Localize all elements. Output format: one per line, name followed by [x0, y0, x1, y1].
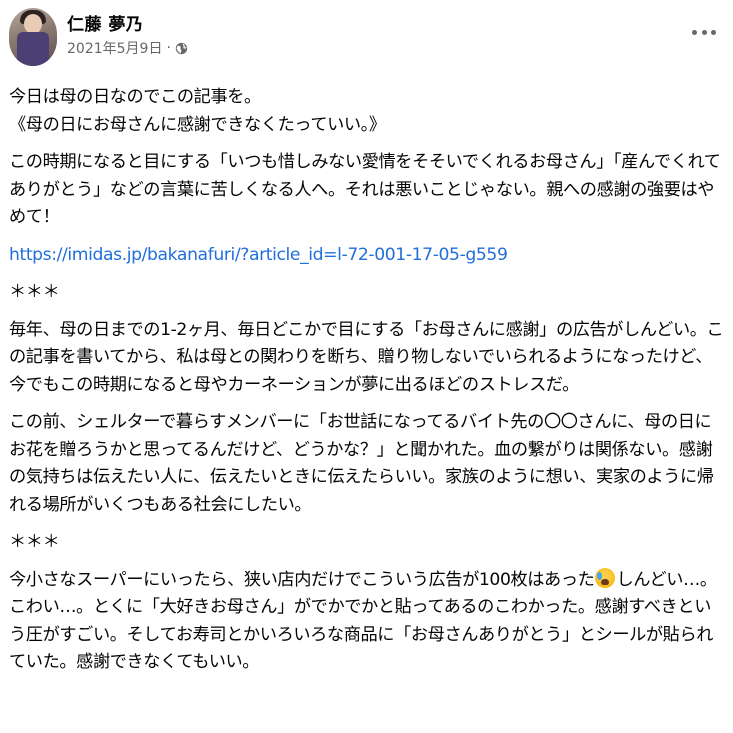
- globe-icon[interactable]: [175, 42, 188, 55]
- post-date[interactable]: 2021年5月9日: [67, 38, 162, 58]
- facebook-post: 仁藤 夢乃 2021年5月9日 · 今日は母の日なのでこの記事を。 《母の日にお…: [0, 0, 733, 733]
- paragraph-text: 毎年、母の日までの1-2ヶ月、毎日どこかで目にする「お母さんに感謝」の広告がしん…: [9, 319, 724, 395]
- meta-separator: ·: [166, 40, 171, 56]
- paragraph-text: この時期になると目にする「いつも惜しみない愛情をそそいでくれるお母さん」「産んで…: [9, 152, 721, 227]
- author-avatar[interactable]: [9, 8, 57, 66]
- article-link[interactable]: https://imidas.jp/bakanafuri/?article_id…: [9, 245, 508, 265]
- paragraph-intro: 今日は母の日なのでこの記事を。 《母の日にお母さんに感謝できなくたっていい。》: [9, 84, 724, 139]
- post-header: 仁藤 夢乃 2021年5月9日 ·: [9, 8, 724, 66]
- intro-line-2: 《母の日にお母さんに感謝できなくたっていい。》: [9, 114, 386, 135]
- section-divider: ＊＊＊: [9, 532, 60, 552]
- article-link-paragraph: https://imidas.jp/bakanafuri/?article_id…: [9, 242, 724, 270]
- text-before-emoji: 今小さなスーパーにいったら、狭い店内だけでこういう広告が100枚はあった: [9, 569, 595, 590]
- crying-face-emoji-icon: [595, 567, 616, 588]
- more-options-icon[interactable]: [692, 22, 716, 42]
- section-divider: ＊＊＊: [9, 282, 60, 302]
- paragraph-text: この前、シェルターで暮らすメンバーに「お世話になってるバイト先の〇〇さんに、母の…: [9, 412, 714, 515]
- post-body: 今日は母の日なのでこの記事を。 《母の日にお母さんに感謝できなくたっていい。》 …: [9, 84, 724, 687]
- paragraph-text: 今小さなスーパーにいったら、狭い店内だけでこういう広告が100枚はあった しんどい…: [9, 567, 724, 677]
- intro-line-1: 今日は母の日なのでこの記事を。: [9, 87, 261, 107]
- author-name[interactable]: 仁藤 夢乃: [67, 10, 143, 35]
- post-meta: 2021年5月9日 ·: [67, 38, 188, 58]
